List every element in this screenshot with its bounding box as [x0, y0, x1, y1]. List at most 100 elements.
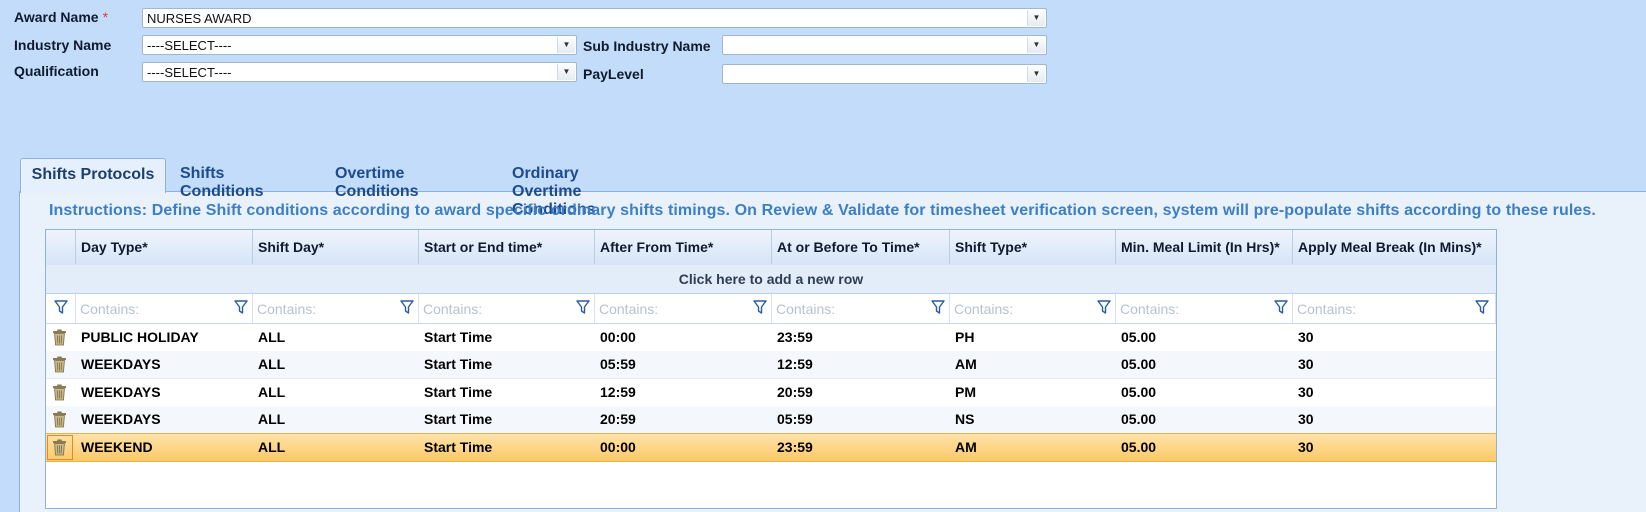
trash-icon[interactable] — [52, 439, 67, 456]
cell-min-meal-limit[interactable]: 05.00 — [1116, 351, 1293, 378]
cell-start-end-time[interactable]: Start Time — [419, 406, 595, 433]
industry-name-select[interactable]: ----SELECT---- ▼ — [142, 35, 577, 55]
tab-ordinary-overtime-conditions[interactable]: Ordinary Overtime Conditions — [512, 158, 596, 191]
header-start-end-time[interactable]: Start or End time* — [419, 230, 595, 264]
trash-icon[interactable] — [52, 329, 67, 346]
cell-at-before-to-time[interactable]: 23:59 — [772, 434, 950, 461]
industry-name-label: Industry Name — [14, 37, 111, 53]
cell-after-from-time[interactable]: 20:59 — [595, 406, 772, 433]
header-action — [46, 230, 76, 264]
cell-after-from-time[interactable]: 00:00 — [595, 324, 772, 351]
cell-shift-day[interactable]: ALL — [253, 434, 419, 461]
cell-day-type[interactable]: WEEKDAYS — [76, 379, 253, 406]
chevron-down-icon[interactable]: ▼ — [557, 64, 575, 80]
table-row[interactable]: WEEKENDALLStart Time00:0023:59AM05.0030 — [46, 433, 1496, 462]
cell-shift-type[interactable]: AM — [950, 434, 1116, 461]
header-min-meal-limit[interactable]: Min. Meal Limit (In Hrs)* — [1116, 230, 1293, 264]
sub-industry-name-select[interactable]: ▼ — [722, 35, 1047, 55]
qualification-select[interactable]: ----SELECT---- ▼ — [142, 62, 577, 82]
cell-day-type[interactable]: WEEKDAYS — [76, 351, 253, 378]
cell-shift-day[interactable]: ALL — [253, 379, 419, 406]
cell-start-end-time[interactable]: Start Time — [419, 379, 595, 406]
cell-at-before-to-time[interactable]: 23:59 — [772, 324, 950, 351]
cell-at-before-to-time[interactable]: 12:59 — [772, 351, 950, 378]
cell-at-before-to-time[interactable]: 20:59 — [772, 379, 950, 406]
cell-after-from-time[interactable]: 00:00 — [595, 434, 772, 461]
cell-start-end-time[interactable]: Start Time — [419, 324, 595, 351]
add-new-row-button[interactable]: Click here to add a new row — [46, 265, 1496, 294]
filter-cell-at-before-to-time[interactable]: Contains: — [772, 294, 950, 323]
header-shift-day[interactable]: Shift Day* — [253, 230, 419, 264]
cell-at-before-to-time[interactable]: 05:59 — [772, 406, 950, 433]
cell-shift-day[interactable]: ALL — [253, 351, 419, 378]
filter-icon[interactable] — [46, 294, 76, 323]
cell-shift-type[interactable]: PH — [950, 324, 1116, 351]
tab-shifts-conditions[interactable]: Shifts Conditions — [180, 158, 264, 191]
trash-icon[interactable] — [52, 384, 67, 401]
filter-placeholder: Contains: — [423, 301, 482, 317]
cell-min-meal-limit[interactable]: 05.00 — [1116, 379, 1293, 406]
filter-row: Contains:Contains:Contains:Contains:Cont… — [46, 294, 1496, 324]
cell-shift-type[interactable]: AM — [950, 351, 1116, 378]
chevron-down-icon[interactable]: ▼ — [557, 37, 575, 53]
header-day-type[interactable]: Day Type* — [76, 230, 253, 264]
filter-icon[interactable] — [400, 299, 414, 315]
filter-icon[interactable] — [234, 299, 248, 315]
cell-day-type[interactable]: PUBLIC HOLIDAY — [76, 324, 253, 351]
cell-start-end-time[interactable]: Start Time — [419, 351, 595, 378]
cell-after-from-time[interactable]: 12:59 — [595, 379, 772, 406]
filter-icon[interactable] — [1475, 299, 1489, 315]
filter-icon[interactable] — [1274, 299, 1288, 315]
filter-icon[interactable] — [1097, 299, 1111, 315]
cell-apply-meal-break[interactable]: 30 — [1293, 351, 1496, 378]
cell-after-from-time[interactable]: 05:59 — [595, 351, 772, 378]
award-name-label-text: Award Name — [14, 9, 99, 25]
filter-cell-after-from-time[interactable]: Contains: — [595, 294, 772, 323]
filter-cell-day-type[interactable]: Contains: — [76, 294, 253, 323]
cell-day-type[interactable]: WEEKDAYS — [76, 406, 253, 433]
cell-shift-type[interactable]: PM — [950, 379, 1116, 406]
filter-cell-shift-type[interactable]: Contains: — [950, 294, 1116, 323]
filter-icon[interactable] — [931, 299, 945, 315]
paylevel-select[interactable]: ▼ — [722, 64, 1047, 84]
cell-day-type[interactable]: WEEKEND — [76, 434, 253, 461]
cell-apply-meal-break[interactable]: 30 — [1293, 406, 1496, 433]
chevron-down-icon[interactable]: ▼ — [1027, 66, 1045, 82]
industry-name-value: ----SELECT---- — [147, 38, 232, 53]
filter-placeholder: Contains: — [257, 301, 316, 317]
trash-icon[interactable] — [52, 411, 67, 428]
cell-min-meal-limit[interactable]: 05.00 — [1116, 434, 1293, 461]
trash-icon[interactable] — [52, 356, 67, 373]
table-row[interactable]: WEEKDAYSALLStart Time05:5912:59AM05.0030 — [46, 351, 1496, 379]
table-row[interactable]: PUBLIC HOLIDAYALLStart Time00:0023:59PH0… — [46, 324, 1496, 352]
qualification-value: ----SELECT---- — [147, 65, 232, 80]
instructions-text: Instructions: Define Shift conditions ac… — [49, 202, 1596, 220]
cell-apply-meal-break[interactable]: 30 — [1293, 379, 1496, 406]
chevron-down-icon[interactable]: ▼ — [1027, 10, 1045, 26]
filter-cell-apply-meal-break[interactable]: Contains: — [1293, 294, 1496, 323]
filter-placeholder: Contains: — [1120, 301, 1179, 317]
award-name-select[interactable]: NURSES AWARD ▼ — [142, 8, 1047, 28]
cell-shift-type[interactable]: NS — [950, 406, 1116, 433]
header-shift-type[interactable]: Shift Type* — [950, 230, 1116, 264]
header-apply-meal-break[interactable]: Apply Meal Break (In Mins)* — [1293, 230, 1496, 264]
table-row[interactable]: WEEKDAYSALLStart Time20:5905:59NS05.0030 — [46, 406, 1496, 434]
cell-min-meal-limit[interactable]: 05.00 — [1116, 324, 1293, 351]
filter-icon[interactable] — [753, 299, 767, 315]
cell-apply-meal-break[interactable]: 30 — [1293, 324, 1496, 351]
cell-shift-day[interactable]: ALL — [253, 324, 419, 351]
filter-cell-shift-day[interactable]: Contains: — [253, 294, 419, 323]
tab-shifts-protocols[interactable]: Shifts Protocols — [20, 158, 166, 193]
filter-icon[interactable] — [576, 299, 590, 315]
filter-cell-start-end-time[interactable]: Contains: — [419, 294, 595, 323]
filter-cell-min-meal-limit[interactable]: Contains: — [1116, 294, 1293, 323]
header-after-from-time[interactable]: After From Time* — [595, 230, 772, 264]
tab-overtime-conditions[interactable]: Overtime Conditions — [335, 158, 419, 191]
cell-apply-meal-break[interactable]: 30 — [1293, 434, 1496, 461]
header-at-before-to-time[interactable]: At or Before To Time* — [772, 230, 950, 264]
cell-min-meal-limit[interactable]: 05.00 — [1116, 406, 1293, 433]
cell-start-end-time[interactable]: Start Time — [419, 434, 595, 461]
cell-shift-day[interactable]: ALL — [253, 406, 419, 433]
table-row[interactable]: WEEKDAYSALLStart Time12:5920:59PM05.0030 — [46, 379, 1496, 407]
chevron-down-icon[interactable]: ▼ — [1027, 37, 1045, 53]
